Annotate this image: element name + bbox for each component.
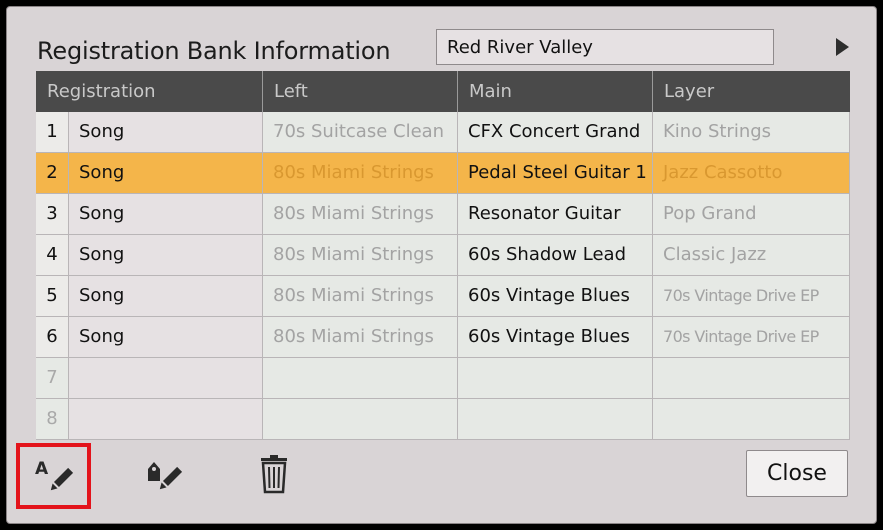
rename-button[interactable]: A: [16, 443, 91, 509]
main-voice: [458, 358, 653, 399]
registration-name: Song: [69, 235, 263, 276]
registration-name: [69, 399, 263, 440]
row-number: 8: [36, 399, 69, 440]
tag-edit-icon: [148, 462, 183, 490]
row-number: 2: [36, 153, 69, 194]
table-row-selected[interactable]: 2 Song 80s Miami Strings Pedal Steel Gui…: [36, 153, 850, 194]
layer-voice: Kino Strings: [653, 112, 850, 153]
registration-name: Song: [69, 153, 263, 194]
row-number: 6: [36, 317, 69, 358]
table-row-empty[interactable]: 8: [36, 399, 850, 440]
left-voice: 80s Miami Strings: [263, 235, 458, 276]
layer-voice: 70s Vintage Drive EP: [653, 317, 850, 358]
main-voice: Pedal Steel Guitar 1: [458, 153, 653, 194]
layer-voice: 70s Vintage Drive EP: [653, 276, 850, 317]
layer-voice: Pop Grand: [653, 194, 850, 235]
left-voice: 80s Miami Strings: [263, 194, 458, 235]
left-voice: [263, 358, 458, 399]
left-voice: 70s Suitcase Clean: [263, 112, 458, 153]
row-number: 7: [36, 358, 69, 399]
layer-voice: [653, 399, 850, 440]
left-voice: 80s Miami Strings: [263, 276, 458, 317]
table-row[interactable]: 4 Song 80s Miami Strings 60s Shadow Lead…: [36, 235, 850, 276]
registration-name: Song: [69, 112, 263, 153]
registration-bank-dialog: Registration Bank Information Red River …: [6, 6, 877, 524]
table-row[interactable]: 3 Song 80s Miami Strings Resonator Guita…: [36, 194, 850, 235]
table-row[interactable]: 6 Song 80s Miami Strings 60s Vintage Blu…: [36, 317, 850, 358]
column-header-layer: Layer: [664, 81, 715, 102]
column-header-main: Main: [458, 71, 653, 112]
registration-name: Song: [69, 276, 263, 317]
bank-name-field[interactable]: Red River Valley: [436, 29, 774, 65]
registration-name: Song: [69, 194, 263, 235]
row-number: 3: [36, 194, 69, 235]
tag-edit-button[interactable]: [132, 447, 194, 509]
main-voice: Resonator Guitar: [458, 194, 653, 235]
table-row[interactable]: 1 Song 70s Suitcase Clean CFX Concert Gr…: [36, 112, 850, 153]
main-voice: CFX Concert Grand: [458, 112, 653, 153]
layer-voice: Classic Jazz: [653, 235, 850, 276]
main-voice: 60s Vintage Blues: [458, 317, 653, 358]
table-row[interactable]: 5 Song 80s Miami Strings 60s Vintage Blu…: [36, 276, 850, 317]
main-voice: 60s Shadow Lead: [458, 235, 653, 276]
delete-button[interactable]: [243, 447, 305, 509]
table-row-empty[interactable]: 7: [36, 358, 850, 399]
registration-name: [69, 358, 263, 399]
row-number: 1: [36, 112, 69, 153]
trash-icon: [261, 455, 287, 494]
triangle-right-icon[interactable]: [836, 38, 849, 56]
left-voice: 80s Miami Strings: [263, 153, 458, 194]
table-header: Registration Left Main Layer: [36, 71, 850, 112]
layer-voice: [653, 358, 850, 399]
column-header-registration: Registration: [36, 71, 263, 112]
close-button[interactable]: Close: [746, 450, 848, 497]
column-header-left: Left: [263, 71, 458, 112]
row-number: 5: [36, 276, 69, 317]
main-voice: 60s Vintage Blues: [458, 276, 653, 317]
main-voice: [458, 399, 653, 440]
dialog-title: Registration Bank Information: [37, 37, 391, 65]
layer-voice: Jazz Cassotto: [653, 153, 850, 194]
svg-text:A: A: [35, 459, 49, 479]
registration-table: Registration Left Main Layer 1 Song 70s …: [36, 71, 850, 441]
text-edit-icon: A: [35, 459, 74, 491]
left-voice: [263, 399, 458, 440]
registration-name: Song: [69, 317, 263, 358]
row-number: 4: [36, 235, 69, 276]
left-voice: 80s Miami Strings: [263, 317, 458, 358]
